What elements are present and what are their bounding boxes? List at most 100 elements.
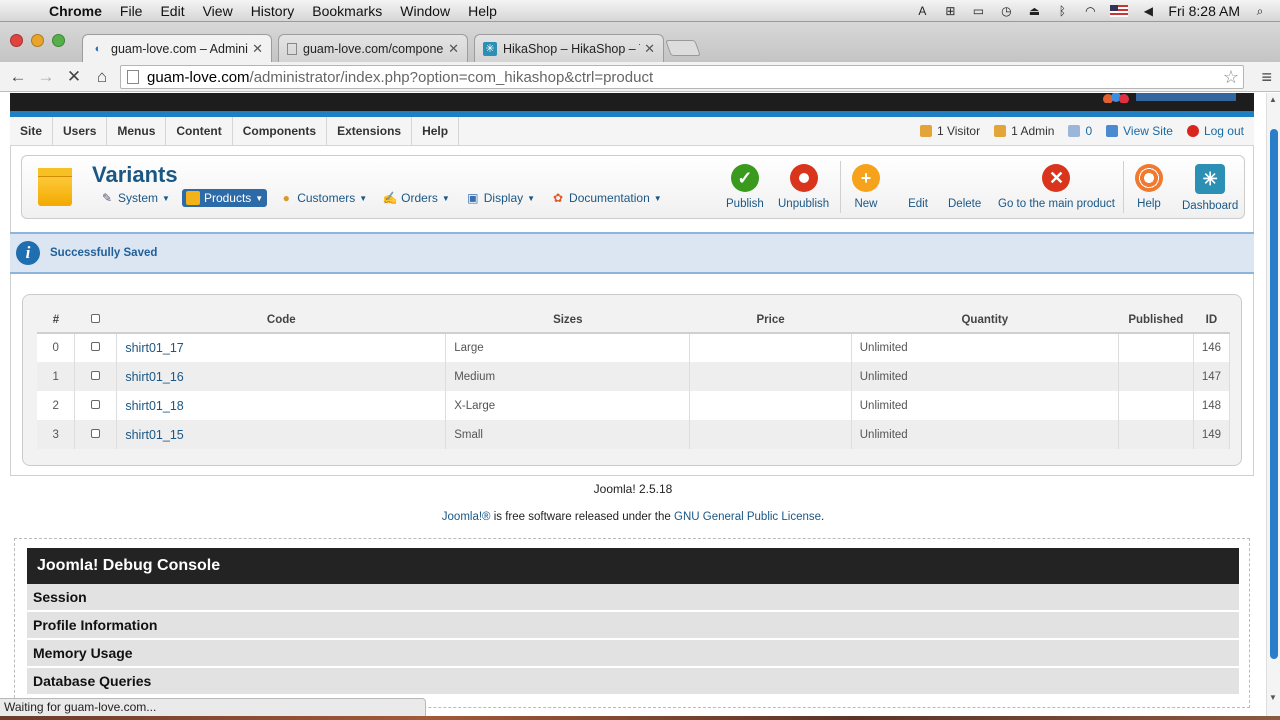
row-published[interactable] [1118,420,1194,449]
row-checkbox[interactable] [91,428,101,438]
menu-users[interactable]: Users [53,116,108,146]
menu-history[interactable]: History [242,3,304,19]
debug-section-profile[interactable]: Profile Information [27,612,1239,639]
new-button[interactable]: + New [852,164,880,210]
view-site[interactable]: View Site [1106,124,1173,138]
forward-arrow-icon[interactable]: → [32,67,60,87]
scroll-up-icon[interactable]: ▲ [1269,95,1277,104]
app-menu-chrome[interactable]: Chrome [40,3,111,19]
debug-section-memory[interactable]: Memory Usage [27,640,1239,667]
row-published[interactable] [1118,362,1194,391]
spotlight-search-icon[interactable]: ⌕ [1252,4,1268,18]
row-published[interactable] [1118,333,1194,362]
page-scrollbar[interactable]: ▲ ▼ [1266,93,1280,720]
unpublish-button[interactable]: Unpublish [778,164,829,210]
new-tab-button[interactable] [665,40,701,56]
close-tab-icon[interactable]: ✕ [644,41,655,57]
row-checkbox[interactable] [91,370,101,380]
joomla-link[interactable]: Joomla!® [442,511,491,523]
toolbar-divider [1123,161,1124,213]
zoom-window-icon[interactable] [52,34,65,47]
hika-menu-products[interactable]: Products ▼ [181,189,268,207]
tab-admin[interactable]: ◐ guam-love.com – Adminis ✕ [82,34,272,62]
toolbar-box: Variants ✎ System ▼ Products ▼ ● Customers ▼ … [21,155,1245,219]
messages-count[interactable]: 0 [1068,124,1092,138]
time-machine-icon[interactable]: ◷ [998,4,1014,18]
tab-title: guam-love.com – Adminis [111,41,249,56]
menu-site[interactable]: Site [10,116,54,146]
scroll-down-icon[interactable]: ▼ [1269,693,1277,702]
tab-component[interactable]: guam-love.com/compone ✕ [278,34,468,62]
input-source-flag-icon[interactable] [1110,4,1129,17]
delete-button[interactable]: Delete [948,164,981,210]
menu-menus[interactable]: Menus [107,116,167,146]
home-icon[interactable]: ⌂ [88,67,116,87]
eject-icon[interactable]: ⏏ [1026,4,1042,18]
variant-code-link[interactable]: shirt01_18 [125,399,183,413]
close-tab-icon[interactable]: ✕ [252,41,263,57]
back-arrow-icon[interactable]: ← [4,67,32,87]
help-label: Help [1137,198,1161,210]
menu-view[interactable]: View [194,3,242,19]
acrobat-icon[interactable]: A [914,4,930,18]
row-checkbox[interactable] [91,399,101,409]
volume-icon[interactable]: ◀ [1140,4,1156,18]
admins-count: 1 Admin [994,124,1054,138]
row-published[interactable] [1118,391,1194,420]
bluetooth-icon[interactable]: ᛒ [1054,4,1070,18]
stop-loading-icon[interactable]: ✕ [60,67,88,87]
bookmark-star-icon[interactable]: ☆ [1223,67,1239,88]
main-product-button[interactable]: ✕ Go to the main product [998,164,1115,210]
menu-help[interactable]: Help [412,116,460,146]
edit-button[interactable]: Edit [904,164,932,210]
dictionary-icon[interactable]: ⊞ [942,4,958,18]
close-window-icon[interactable] [10,34,23,47]
minimize-window-icon[interactable] [31,34,44,47]
menu-components[interactable]: Components [233,116,328,146]
menu-content[interactable]: Content [166,116,233,146]
publish-button[interactable]: ✓ Publish [726,164,764,210]
hika-menu-system[interactable]: ✎ System ▼ [96,189,174,207]
wifi-icon[interactable]: ◠ [1082,4,1098,18]
variant-code-link[interactable]: shirt01_16 [125,370,183,384]
view-site-link[interactable]: View Site [1123,124,1173,138]
menu-edit[interactable]: Edit [151,3,193,19]
menu-window[interactable]: Window [391,3,459,19]
scrollbar-thumb[interactable] [1270,129,1278,659]
gpl-link[interactable]: GNU General Public License [674,511,821,523]
hika-menu-display[interactable]: ▣ Display ▼ [462,189,539,207]
logout[interactable]: Log out [1186,124,1244,138]
hika-menu-orders[interactable]: ✍ Orders ▼ [379,189,454,207]
joomla-header [10,93,1254,117]
clock[interactable]: Fri 8:28 AM [1168,3,1240,19]
close-tab-icon[interactable]: ✕ [448,41,459,57]
menu-extensions[interactable]: Extensions [327,116,413,146]
row-checkbox[interactable] [91,342,101,351]
debug-section-queries[interactable]: Database Queries [27,668,1239,695]
help-button[interactable]: Help [1135,164,1163,210]
col-sizes[interactable]: Sizes [445,308,690,334]
hika-menu-customers[interactable]: ● Customers ▼ [275,189,371,207]
tab-hikashop[interactable]: ✳ HikaShop – HikaShop – To ✕ [474,34,664,62]
col-published[interactable]: Published [1118,308,1194,334]
col-price[interactable]: Price [689,308,852,334]
messages-link[interactable]: 0 [1085,124,1092,138]
variant-code-link[interactable]: shirt01_15 [125,428,183,442]
url-path: /administrator/index.php?option=com_hika… [249,68,654,86]
chrome-menu-icon[interactable]: ≡ [1261,67,1272,88]
publish-label: Publish [726,198,764,210]
variant-code-link[interactable]: shirt01_17 [125,341,183,355]
col-quantity[interactable]: Quantity [851,308,1119,334]
select-all-checkbox[interactable] [91,314,101,323]
hika-menu-documentation[interactable]: ✿ Documentation ▼ [547,189,666,207]
display-mirror-icon[interactable]: ▭ [970,4,986,18]
dashboard-button[interactable]: ✳ Dashboard [1182,164,1238,212]
address-bar[interactable]: guam-love.com/administrator/index.php?op… [120,65,1244,89]
menu-file[interactable]: File [111,3,152,19]
menu-bookmarks[interactable]: Bookmarks [303,3,391,19]
col-id[interactable]: ID [1193,308,1230,334]
menu-help[interactable]: Help [459,3,506,19]
debug-section-session[interactable]: Session [27,584,1239,611]
col-code[interactable]: Code [116,308,446,334]
logout-link[interactable]: Log out [1204,124,1244,138]
